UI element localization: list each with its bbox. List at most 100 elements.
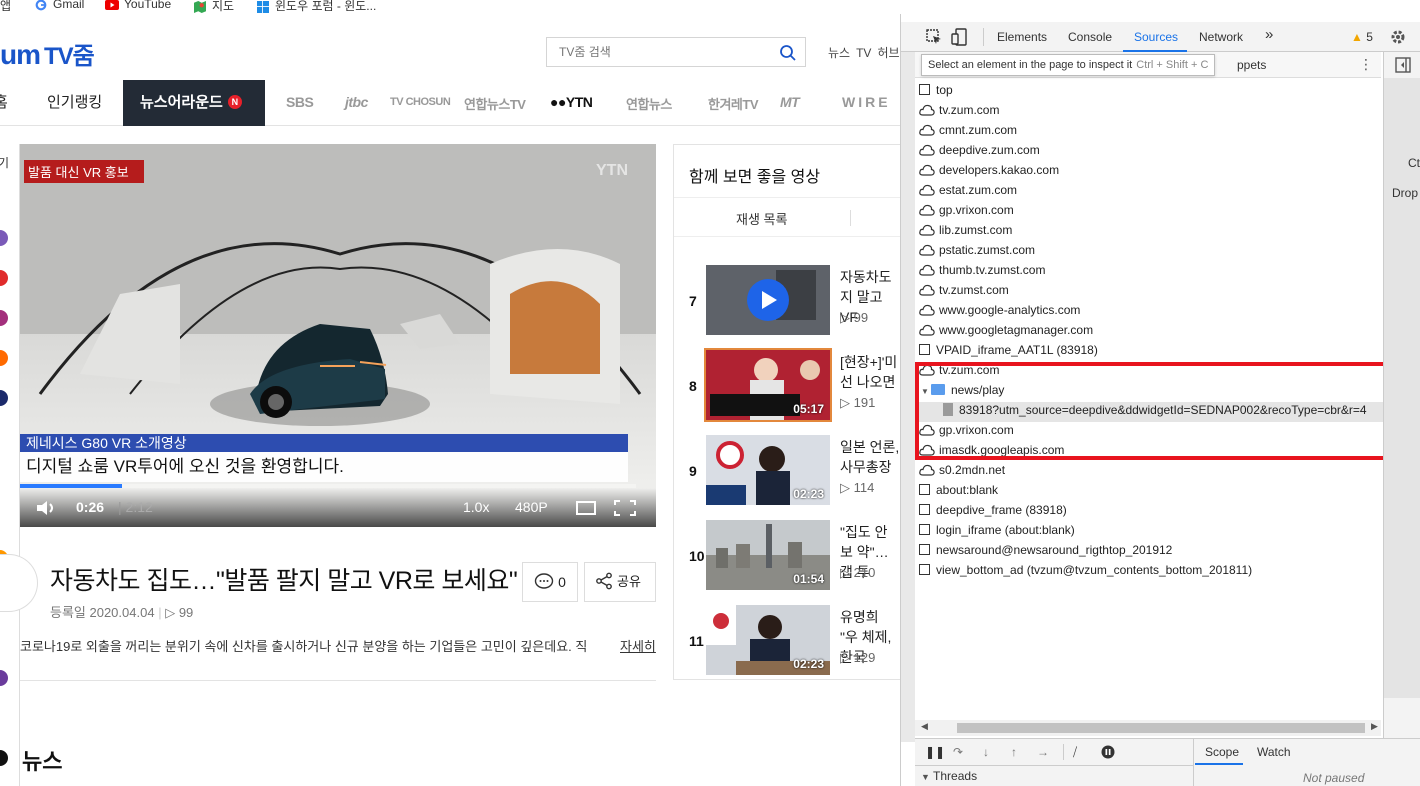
side-channel-icon[interactable] <box>0 230 8 246</box>
tree-row[interactable]: developers.kakao.com <box>919 160 1059 180</box>
search-input[interactable] <box>547 38 767 66</box>
step-out-icon[interactable]: ↑ <box>1011 745 1017 759</box>
scroll-left-arrow[interactable]: ◀ <box>921 721 928 732</box>
tab-sources[interactable]: Sources <box>1134 30 1178 44</box>
tree-row[interactable]: tv.zum.com <box>919 100 999 120</box>
threads-section[interactable]: ▼ Threads <box>921 769 977 783</box>
step-icon[interactable]: → <box>1037 745 1049 759</box>
tree-row[interactable]: deepdive.zum.com <box>919 140 1040 160</box>
side-channel-icon[interactable] <box>0 350 8 366</box>
bookmark-apps[interactable]: 앱 <box>0 0 11 14</box>
related-item[interactable]: 10 01:54 "집도 안 보 약"…갭 투 ▷ 210 <box>674 520 900 592</box>
tree-row[interactable]: cmnt.zum.com <box>919 120 1017 140</box>
related-item[interactable]: 7 자동차도 지 말고 VF ▷ 99 <box>674 265 900 337</box>
side-channel-icon[interactable] <box>0 670 8 686</box>
related-thumbnail: 01:54 <box>706 520 830 590</box>
tree-row[interactable]: lib.zumst.com <box>919 220 1012 240</box>
top-link-news[interactable]: 뉴스 <box>828 46 850 60</box>
side-channel-icon[interactable] <box>0 750 8 766</box>
tree-row[interactable]: view_bottom_ad (tvzum@tvzum_contents_bot… <box>919 560 1252 580</box>
settings-gear-icon[interactable] <box>1389 28 1407 46</box>
tree-row[interactable]: newsaround@newsaround_rigthtop_201912 <box>919 540 1172 560</box>
tree-row[interactable]: www.google-analytics.com <box>919 300 1080 320</box>
channel-hani-tv[interactable]: 한겨레TV <box>708 94 759 113</box>
step-into-icon[interactable]: ↓ <box>983 745 989 759</box>
tree-row[interactable]: login_iframe (about:blank) <box>919 520 1075 540</box>
toggle-debugger-icon[interactable] <box>1394 56 1412 74</box>
side-channel-icon[interactable] <box>0 310 8 326</box>
channel-mt[interactable]: MT <box>780 94 800 110</box>
more-options-icon[interactable]: ⋮ <box>1359 56 1373 73</box>
comment-button[interactable]: 0 <box>522 562 578 602</box>
tree-row[interactable]: deepdive_frame (83918) <box>919 500 1067 520</box>
tab-scope[interactable]: Scope <box>1205 745 1239 759</box>
side-channel-icon[interactable] <box>0 390 8 406</box>
top-link-tv[interactable]: TV <box>856 46 871 60</box>
search-icon[interactable] <box>779 44 797 62</box>
channel-wire[interactable]: WIRE <box>842 94 891 110</box>
pause-icon[interactable]: ❚❚ <box>925 745 945 759</box>
more-tabs-button[interactable]: » <box>1265 26 1273 43</box>
tree-row[interactable]: estat.zum.com <box>919 180 1017 200</box>
comment-icon <box>534 573 554 589</box>
nav-ranking[interactable]: 인기랭킹 <box>47 80 102 126</box>
more-link[interactable]: 자세히 <box>620 636 656 655</box>
youtube-icon <box>105 0 119 10</box>
channel-ytn[interactable]: ●●YTN <box>550 94 593 110</box>
horizontal-scrollbar[interactable]: ◀ ▶ <box>915 720 1381 736</box>
related-item[interactable]: 11 02:23 유명희 "우 체제, 한국 ▷ 129 <box>674 605 900 677</box>
pause-on-exceptions-icon[interactable] <box>1101 745 1115 759</box>
tree-row[interactable]: VPAID_iframe_AAT1L (83918) <box>919 340 1098 360</box>
channel-jtbc[interactable]: jtbc <box>345 94 368 110</box>
tree-row[interactable]: tv.zumst.com <box>919 280 1009 300</box>
tree-row[interactable]: about:blank <box>919 480 998 500</box>
related-item[interactable]: 9 02:23 일본 언론, 사무총장 ▷ 114 <box>674 435 900 507</box>
tab-console[interactable]: Console <box>1068 30 1112 44</box>
bookmark-maps[interactable]: 지도 <box>193 0 234 14</box>
fullscreen-icon[interactable] <box>614 500 636 516</box>
tree-row-label: lib.zumst.com <box>939 223 1013 237</box>
theater-mode-icon[interactable] <box>576 501 596 515</box>
tree-row-label: cmnt.zum.com <box>939 123 1018 137</box>
bookmark-youtube[interactable]: YouTube <box>105 0 171 11</box>
inspect-element-icon[interactable] <box>925 28 943 46</box>
tree-row[interactable]: pstatic.zumst.com <box>919 240 1035 260</box>
share-button[interactable]: 공유 <box>584 562 656 602</box>
cloud-icon <box>919 224 935 236</box>
channel-yonhap[interactable]: 연합뉴스 <box>626 94 672 113</box>
tree-row[interactable]: top <box>919 80 953 100</box>
snippets-tab[interactable]: ppets <box>1237 58 1266 72</box>
tree-row[interactable]: gp.vrixon.com <box>919 200 1014 220</box>
scrollbar-thumb[interactable] <box>957 723 1365 733</box>
speed-button[interactable]: 1.0x <box>463 499 489 515</box>
nav-newsaround[interactable]: 뉴스어라운드 N <box>123 80 265 126</box>
site-logo[interactable]: um TV줌 <box>0 36 95 71</box>
quality-button[interactable]: 480P <box>515 499 548 515</box>
channel-tvchosun[interactable]: TV CHOSUN <box>390 96 451 108</box>
warning-icon: ▲ <box>1351 30 1363 44</box>
deactivate-breakpoints-icon[interactable]: ⧸ <box>1073 745 1077 760</box>
tab-watch[interactable]: Watch <box>1257 745 1291 759</box>
tab-playlist[interactable]: 재생 목록 <box>736 209 787 228</box>
tree-row[interactable]: www.googletagmanager.com <box>919 320 1093 340</box>
video-player[interactable]: 발품 대신 VR 홍보 YTN 제네시스 G80 VR 소개영상 디지털 쇼룸 … <box>20 144 656 527</box>
device-toolbar-icon[interactable] <box>951 28 969 46</box>
related-item[interactable]: 8 05:17 [현장+]'미 선 나오면 ▷ 191 <box>674 348 900 422</box>
side-channel-icon[interactable] <box>0 270 8 286</box>
top-link-hub[interactable]: 허브 <box>877 46 899 60</box>
scroll-right-arrow[interactable]: ▶ <box>1371 721 1378 732</box>
channel-avatar[interactable] <box>0 554 38 612</box>
volume-icon[interactable] <box>36 500 58 516</box>
tab-elements[interactable]: Elements <box>997 30 1047 44</box>
tab-network[interactable]: Network <box>1199 30 1243 44</box>
warnings-counter[interactable]: ▲ 5 <box>1351 30 1373 44</box>
tree-row[interactable]: ▶s0.2mdn.net <box>915 460 1005 480</box>
bookmark-windows-forum[interactable]: 윈도우 포럼 - 윈도... <box>256 0 376 14</box>
bookmark-gmail[interactable]: Gmail <box>34 0 84 11</box>
step-over-icon[interactable]: ↷ <box>953 745 963 759</box>
tree-row[interactable]: thumb.tv.zumst.com <box>919 260 1045 280</box>
nav-home[interactable]: 홈 <box>0 80 8 126</box>
cloud-icon <box>919 284 935 296</box>
channel-sbs[interactable]: SBS <box>286 94 314 110</box>
channel-yonhap-tv[interactable]: 연합뉴스TV <box>464 94 526 113</box>
